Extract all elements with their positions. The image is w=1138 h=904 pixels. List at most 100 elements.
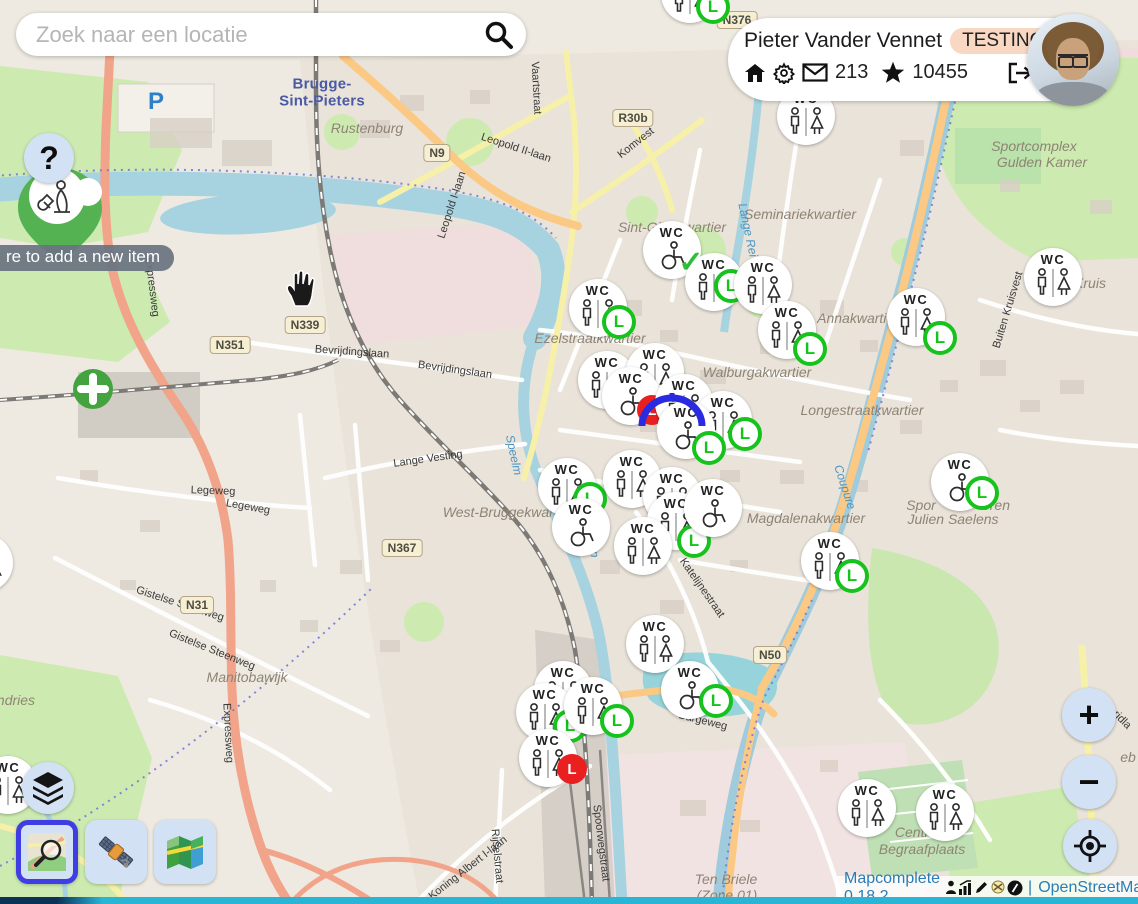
map-marker-toilet[interactable]: WC L — [519, 729, 577, 787]
map-marker-toilet[interactable]: WC L — [758, 301, 816, 359]
osm-map-magnifier-icon — [27, 832, 67, 872]
map-marker-toilet[interactable]: WC L — [887, 288, 945, 346]
satellite-icon — [95, 831, 137, 873]
marker-wc-label: WC — [818, 537, 843, 551]
marker-wc-label: WC — [775, 306, 800, 320]
marker-wc-label: WC — [678, 666, 703, 680]
edit-pencil-icon[interactable] — [974, 880, 989, 895]
selected-marker-arc — [637, 392, 707, 432]
marker-wc-label: WC — [701, 484, 726, 498]
marker-wc-label: WC — [581, 682, 606, 696]
opening-hours-badge: L — [965, 476, 999, 510]
map-marker-toilet[interactable]: WC — [552, 498, 610, 556]
marker-wc-label: WC — [533, 688, 558, 702]
map-marker-toilet[interactable]: WC L — [569, 279, 627, 337]
opening-hours-badge: L — [602, 305, 636, 339]
marker-wc-label: WC — [711, 396, 736, 410]
user-avatar[interactable] — [1027, 14, 1119, 106]
marker-wc-label: WC — [619, 372, 644, 386]
opening-hours-badge: L — [699, 684, 733, 718]
attribution-osm-link[interactable]: OpenStreetMap — [1038, 879, 1138, 897]
marker-wc-label: WC — [702, 258, 727, 272]
map-marker-toilet[interactable]: WC L — [564, 677, 622, 735]
contributor-icon[interactable] — [945, 880, 957, 895]
marker-wc-label: WC — [555, 463, 580, 477]
marker-wc-label: WC — [586, 284, 611, 298]
help-button[interactable]: ? — [24, 133, 74, 183]
mapcomplete-app: Brugge-Sint-PietersRustenburgSint-Gillis… — [0, 0, 1138, 904]
marker-wc-label: WC — [660, 472, 685, 486]
map-marker-toilet[interactable]: WC — [614, 517, 672, 575]
map-marker-toilet[interactable]: WC — [1024, 248, 1082, 306]
marker-wc-label: WC — [0, 761, 20, 775]
opening-hours-badge: L — [557, 754, 587, 784]
toilet-man-woman-icon — [742, 276, 784, 306]
zoom-out-label: − — [1078, 761, 1099, 803]
crosshair-icon — [1073, 829, 1107, 863]
message-count: 213 — [835, 61, 868, 84]
basemap-satellite-button[interactable] — [85, 820, 147, 884]
marker-wc-label: WC — [595, 356, 620, 370]
home-icon[interactable] — [744, 63, 766, 83]
marker-wc-label: WC — [1041, 253, 1066, 267]
folded-map-icon — [165, 833, 205, 871]
user-name: Pieter Vander Vennet — [744, 29, 942, 53]
toilet-man-woman-icon — [634, 635, 676, 665]
map-marker-toilet[interactable]: WC — [838, 779, 896, 837]
marker-wc-label: WC — [536, 734, 561, 748]
marker-wc-label: WC — [643, 620, 668, 634]
attribution-separator: | — [1028, 879, 1032, 897]
toilet-man-woman-icon — [1032, 268, 1074, 298]
marker-wc-label: WC — [660, 226, 685, 240]
map-marker-toilet[interactable]: WC — [684, 479, 742, 537]
add-plus-icon[interactable] — [72, 368, 114, 410]
mail-icon[interactable] — [802, 63, 828, 82]
opening-hours-badge: L — [728, 417, 762, 451]
add-item-tooltip: re to add a new item — [0, 245, 174, 271]
zoom-out-button[interactable]: − — [1062, 755, 1116, 809]
marker-wc-label: WC — [569, 503, 594, 517]
layers-icon — [30, 771, 66, 805]
attribution-bar: Mapcomplete 0.18.2 | OpenStreetMap — [836, 876, 1138, 899]
basemap-map-button[interactable] — [154, 820, 216, 884]
opening-hours-badge: L — [835, 559, 869, 593]
map-markers: WC L WC WC — [0, 0, 1138, 904]
opening-hours-badge: L — [793, 332, 827, 366]
star-icon[interactable] — [881, 61, 905, 84]
map-marker-toilet[interactable]: WC — [916, 783, 974, 841]
basemap-osm-carto-button[interactable] — [16, 820, 78, 884]
geolocate-button[interactable] — [1063, 819, 1117, 873]
basemap-style-switcher — [16, 820, 216, 884]
marker-wc-label: WC — [643, 348, 668, 362]
toilet-man-woman-icon — [622, 537, 664, 567]
selected-marker-arc — [637, 392, 707, 432]
toilet-man-woman-icon — [0, 554, 5, 584]
map-marker-toilet[interactable]: WC L — [661, 661, 719, 719]
wc-pin-icon[interactable] — [990, 880, 1006, 896]
toilet-wheelchair-icon — [696, 499, 730, 529]
statistics-icon[interactable] — [958, 880, 973, 895]
map-marker-toilet[interactable]: WC L — [931, 453, 989, 511]
opening-hours-badge: L — [923, 321, 957, 355]
layers-button[interactable] — [22, 762, 74, 814]
marker-wc-label: WC — [551, 666, 576, 680]
gear-icon[interactable] — [773, 62, 795, 84]
marker-wc-label: WC — [904, 293, 929, 307]
hand-cursor-icon — [283, 268, 317, 308]
search-bar — [16, 13, 526, 56]
zoom-in-button[interactable]: + — [1062, 688, 1116, 742]
search-input[interactable] — [34, 21, 482, 49]
map-marker-toilet[interactable]: WC — [0, 534, 13, 592]
license-icon[interactable] — [1007, 880, 1023, 896]
bottom-accent-strip — [0, 897, 1138, 904]
toilet-wheelchair-icon — [564, 518, 598, 548]
toilet-man-woman-icon — [846, 799, 888, 829]
map-marker-toilet[interactable]: WC L — [661, 0, 719, 23]
changeset-count: 10455 — [912, 61, 968, 84]
map-marker-toilet[interactable]: WC L — [801, 532, 859, 590]
marker-wc-label: WC — [948, 458, 973, 472]
opening-hours-badge: L — [696, 0, 730, 24]
search-icon[interactable] — [482, 18, 516, 52]
zoom-in-label: + — [1078, 694, 1099, 736]
marker-wc-label: WC — [672, 379, 697, 393]
